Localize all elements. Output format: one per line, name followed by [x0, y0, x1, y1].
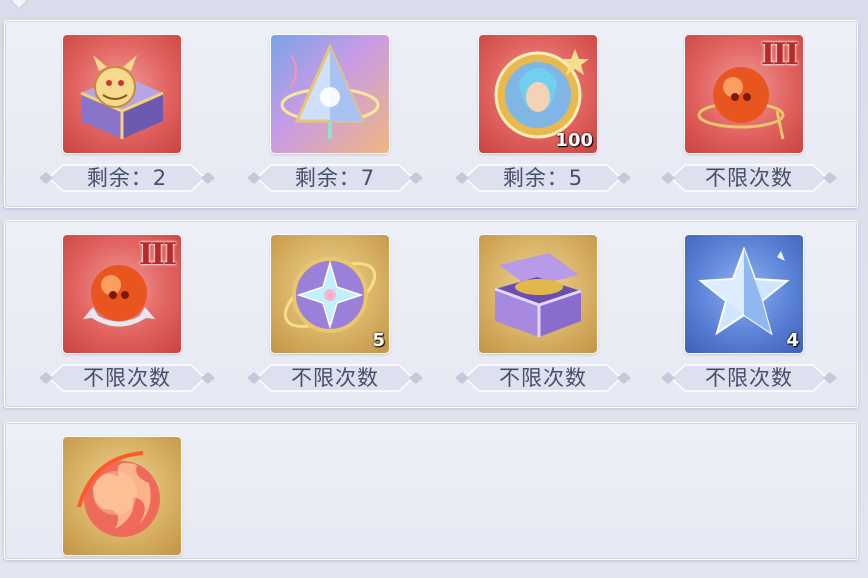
item-count: 100 [555, 130, 593, 151]
item-icon-frame[interactable]: 4 [685, 235, 803, 353]
reward-item[interactable]: 100 剩余：5 [451, 25, 631, 195]
remaining-label-bar: 剩余：7 [247, 163, 423, 193]
reward-item[interactable] [35, 427, 215, 557]
reward-item[interactable]: III 不限次数 [657, 25, 837, 195]
item-icon-frame[interactable] [271, 35, 389, 153]
top-pointer [11, 0, 27, 9]
remaining-label: 不限次数 [705, 166, 793, 190]
item-icon-frame[interactable] [479, 235, 597, 353]
dragon-chest-icon [80, 55, 164, 139]
reward-item[interactable]: 5 不限次数 [243, 225, 423, 395]
item-icon-frame[interactable]: 100 [479, 35, 597, 153]
item-icon-frame[interactable]: 5 [271, 235, 389, 353]
item-count: 5 [372, 330, 385, 351]
reward-item[interactable]: 4 不限次数 [657, 225, 837, 395]
flame-sphere-icon [77, 451, 160, 537]
reward-item[interactable]: III 不限次数 [35, 225, 215, 395]
reward-row-3 [4, 422, 858, 560]
remaining-label: 剩余：7 [294, 166, 376, 190]
remaining-label-bar: 不限次数 [661, 163, 837, 193]
item-icon-frame[interactable] [63, 437, 181, 555]
remaining-label: 不限次数 [291, 366, 379, 390]
item-icon-frame[interactable] [63, 35, 181, 153]
remaining-label: 剩余：2 [86, 166, 168, 190]
item-icon-frame[interactable]: III [63, 235, 181, 353]
reward-row-2: III 不限次数 5 不限次数 不限次数 4 不限次数 [4, 220, 858, 408]
remaining-label-bar: 不限次数 [247, 363, 423, 393]
reward-item[interactable]: 不限次数 [451, 225, 631, 395]
item-icon-frame[interactable]: III [685, 35, 803, 153]
reward-item[interactable]: 剩余：7 [243, 25, 423, 195]
remaining-label-bar: 剩余：2 [39, 163, 215, 193]
open-chest-icon [494, 253, 582, 337]
remaining-label: 不限次数 [705, 366, 793, 390]
remaining-label-bar: 不限次数 [39, 363, 215, 393]
tier-badge: III [138, 237, 177, 272]
tier-badge: III [760, 37, 799, 72]
remaining-label: 剩余：5 [502, 166, 584, 190]
reward-item[interactable]: 剩余：2 [35, 25, 215, 195]
reward-row-1: 剩余：2 剩余：7 100 剩余：5 III 不限次数 [4, 20, 858, 208]
remaining-label-bar: 不限次数 [661, 363, 837, 393]
remaining-label-bar: 不限次数 [455, 363, 631, 393]
remaining-label-bar: 剩余：5 [455, 163, 631, 193]
arcane-pyramid-icon [280, 43, 380, 139]
remaining-label: 不限次数 [499, 366, 587, 390]
item-count: 4 [786, 330, 799, 351]
remaining-label: 不限次数 [83, 366, 171, 390]
